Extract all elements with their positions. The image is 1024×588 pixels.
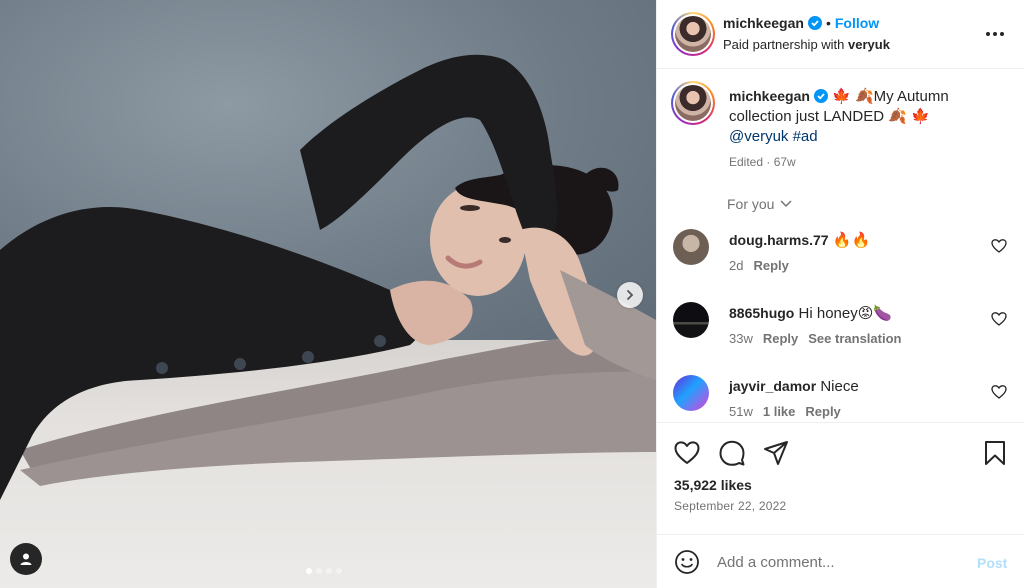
comment-meta: 33w Reply See translation: [729, 331, 911, 346]
comment-age: 33w: [729, 331, 753, 346]
caption-avatar[interactable]: [671, 81, 715, 125]
carousel-dot: [336, 568, 342, 574]
comment-sort-dropdown[interactable]: For you: [727, 196, 792, 212]
comment-age: 2d: [729, 258, 744, 273]
reply-button[interactable]: Reply: [753, 258, 788, 273]
likes-count[interactable]: 35,922 likes: [674, 477, 752, 493]
carousel-dot: [326, 568, 332, 574]
share-send-icon[interactable]: [762, 439, 790, 467]
commenter-avatar[interactable]: [673, 302, 709, 338]
chevron-down-icon: [780, 200, 792, 208]
comment-body: doug.harms.77 🔥🔥: [729, 231, 989, 250]
post-header: michkeegan • Follow Paid partnership with …: [657, 0, 1024, 69]
post-comment-button[interactable]: Post: [977, 555, 1007, 571]
caption-meta: Edited · 67w: [729, 155, 796, 169]
tagged-users-button[interactable]: [10, 543, 42, 575]
post-date: September 22, 2022: [674, 499, 787, 513]
like-heart-icon[interactable]: [673, 439, 701, 467]
post-media[interactable]: [0, 0, 656, 588]
comment-meta: 51w 1 like Reply: [729, 404, 851, 419]
comment-text: Niece: [820, 378, 859, 395]
next-slide-button[interactable]: [617, 282, 643, 308]
author-line: michkeegan • Follow: [723, 15, 879, 31]
author-avatar[interactable]: [671, 12, 715, 56]
model-photo: [0, 54, 656, 501]
caption-hashtag-link[interactable]: #ad: [793, 128, 818, 145]
comment-composer: Post: [657, 534, 1024, 588]
like-comment-heart-icon[interactable]: [991, 311, 1007, 327]
caption-age: 67w: [773, 155, 796, 169]
comment-username[interactable]: jayvir_damor: [729, 378, 816, 394]
more-options-button[interactable]: [983, 22, 1007, 46]
follow-button[interactable]: Follow: [835, 15, 879, 31]
see-translation-button[interactable]: See translation: [808, 331, 901, 346]
emoji-icon[interactable]: [674, 549, 700, 575]
edited-label: Edited: [729, 155, 764, 169]
separator-dot: •: [825, 15, 831, 31]
caption-username[interactable]: michkeegan: [729, 88, 810, 104]
comment-body: 8865hugo Hi honey😡🍆: [729, 304, 989, 323]
reply-button[interactable]: Reply: [805, 404, 840, 419]
commenter-avatar[interactable]: [673, 375, 709, 411]
partnership-line: Paid partnership with veryuk: [723, 37, 890, 52]
carousel-indicator: [306, 568, 342, 574]
partner-link[interactable]: veryuk: [848, 37, 890, 52]
comment-like-count[interactable]: 1 like: [763, 404, 796, 419]
comment-text: 🔥🔥: [832, 232, 871, 249]
comment-body: jayvir_damor Niece: [729, 377, 989, 396]
comment-bubble-icon[interactable]: [718, 439, 746, 467]
caption-mention-link[interactable]: @veryuk: [729, 128, 788, 145]
like-comment-heart-icon[interactable]: [991, 384, 1007, 400]
comment-text: Hi honey😡🍆: [798, 305, 893, 322]
like-comment-heart-icon[interactable]: [991, 238, 1007, 254]
add-comment-input[interactable]: [717, 547, 967, 577]
author-username[interactable]: michkeegan: [723, 15, 804, 31]
comment-username[interactable]: 8865hugo: [729, 305, 794, 321]
instagram-post: michkeegan • Follow Paid partnership with …: [0, 0, 1024, 588]
carousel-dot: [306, 568, 312, 574]
verified-badge-icon: [807, 16, 822, 30]
partnership-label: Paid partnership with: [723, 37, 849, 52]
comment-age: 51w: [729, 404, 753, 419]
comment-sort-label: For you: [727, 196, 775, 212]
more-icon: [986, 32, 1004, 36]
post-actions: 35,922 likes September 22, 2022: [657, 422, 1024, 534]
comment-username[interactable]: doug.harms.77: [729, 232, 829, 248]
post-side-panel: michkeegan • Follow Paid partnership with …: [656, 0, 1024, 588]
chevron-right-icon: [627, 290, 634, 300]
carousel-dot: [316, 568, 322, 574]
caption-text: michkeegan 🍁 🍂My Autumn collection just …: [729, 86, 997, 147]
comment-meta: 2d Reply: [729, 258, 799, 273]
user-icon: [20, 553, 32, 565]
reply-button[interactable]: Reply: [763, 331, 798, 346]
verified-badge-icon: [813, 89, 828, 103]
save-bookmark-icon[interactable]: [981, 439, 1009, 467]
commenter-avatar[interactable]: [673, 229, 709, 265]
